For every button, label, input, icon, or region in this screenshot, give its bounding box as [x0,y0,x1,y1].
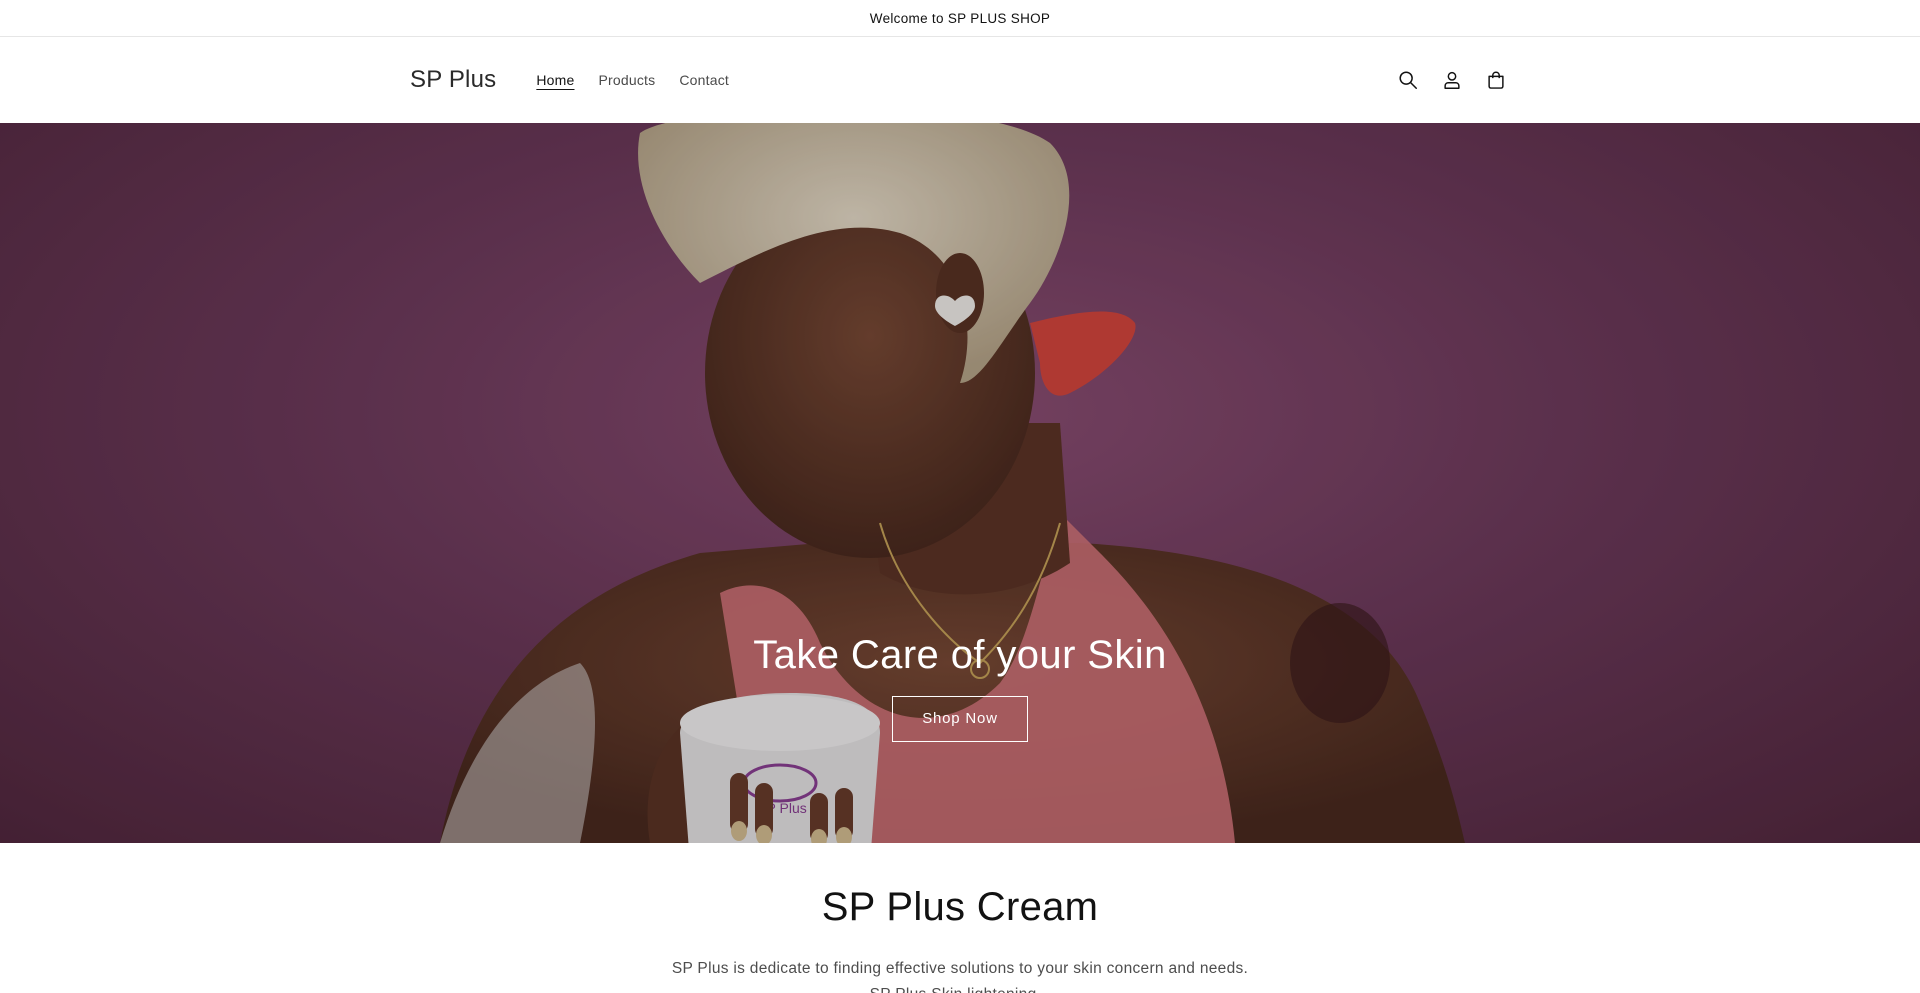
nav-link-contact[interactable]: Contact [667,66,741,94]
hero-title: Take Care of your Skin [753,633,1167,677]
section-text-line-1: SP Plus is dedicate to finding effective… [671,960,1249,977]
header-icons [1394,66,1510,94]
main-nav: Home Products Contact [524,66,741,94]
intro-section: SP Plus Cream SP Plus is dedicate to fin… [0,843,1920,993]
cart-icon[interactable] [1482,66,1510,94]
hero-content: Take Care of your Skin Shop Now [0,633,1920,742]
announcement-bar: Welcome to SP PLUS SHOP [0,0,1920,37]
search-icon[interactable] [1394,66,1422,94]
section-title: SP Plus Cream [821,885,1099,929]
shop-now-button[interactable]: Shop Now [892,696,1028,742]
site-logo[interactable]: SP Plus [410,66,496,94]
site-header: SP Plus Home Products Contact [0,37,1920,123]
announcement-text: Welcome to SP PLUS SHOP [869,10,1051,26]
nav-link-home[interactable]: Home [524,66,586,94]
section-text-line-2: SP Plus Skin lightening... [0,982,1920,993]
hero-banner: SP Plus Take Care of your Skin Shop Now [0,123,1920,843]
account-icon[interactable] [1438,66,1466,94]
nav-link-products[interactable]: Products [587,66,668,94]
